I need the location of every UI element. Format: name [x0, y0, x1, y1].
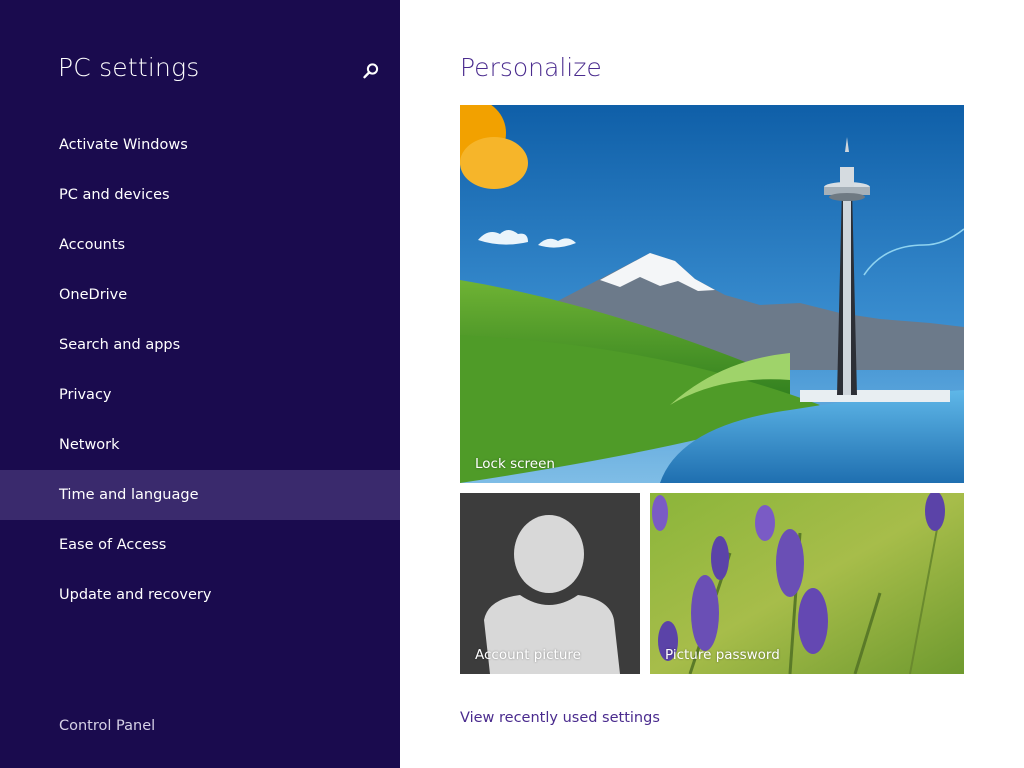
control-panel-link[interactable]: Control Panel [59, 718, 155, 734]
search-icon [363, 63, 379, 79]
lock-screen-label: Lock screen [475, 456, 555, 472]
lock-screen-image [460, 105, 964, 483]
sidebar-title: PC settings [58, 53, 200, 82]
picture-password-tile[interactable]: Picture password [650, 493, 964, 674]
sidebar-item-search-and-apps[interactable]: Search and apps [0, 320, 400, 370]
search-button[interactable] [358, 58, 384, 84]
sidebar-item-label: PC and devices [59, 187, 170, 203]
account-picture-label: Account picture [475, 647, 581, 663]
lock-screen-tile[interactable]: Lock screen [460, 105, 964, 483]
sidebar-item-label: Network [59, 437, 120, 453]
picture-password-label: Picture password [665, 647, 780, 663]
sidebar-item-label: OneDrive [59, 287, 128, 303]
sidebar-item-privacy[interactable]: Privacy [0, 370, 400, 420]
sidebar-item-label: Time and language [59, 487, 199, 503]
sidebar-item-label: Accounts [59, 237, 126, 253]
sidebar-item-label: Ease of Access [59, 537, 167, 553]
sidebar-item-time-and-language[interactable]: Time and language [0, 470, 400, 520]
page-title: Personalize [460, 53, 602, 82]
sidebar-item-update-and-recovery[interactable]: Update and recovery [0, 570, 400, 620]
sidebar-item-ease-of-access[interactable]: Ease of Access [0, 520, 400, 570]
sidebar-item-label: Activate Windows [59, 137, 188, 153]
sidebar-item-label: Update and recovery [59, 587, 212, 603]
sidebar-item-label: Search and apps [59, 337, 181, 353]
sidebar-item-label: Privacy [59, 387, 112, 403]
sidebar-item-accounts[interactable]: Accounts [0, 220, 400, 270]
account-picture-tile[interactable]: Account picture [460, 493, 640, 674]
sidebar-item-network[interactable]: Network [0, 420, 400, 470]
sidebar-item-onedrive[interactable]: OneDrive [0, 270, 400, 320]
sidebar-nav: Activate Windows PC and devices Accounts… [0, 120, 400, 620]
sidebar: PC settings Activate Windows PC and devi… [0, 0, 400, 768]
sidebar-item-activate-windows[interactable]: Activate Windows [0, 120, 400, 170]
view-recent-settings-link[interactable]: View recently used settings [460, 710, 660, 726]
sidebar-item-pc-and-devices[interactable]: PC and devices [0, 170, 400, 220]
